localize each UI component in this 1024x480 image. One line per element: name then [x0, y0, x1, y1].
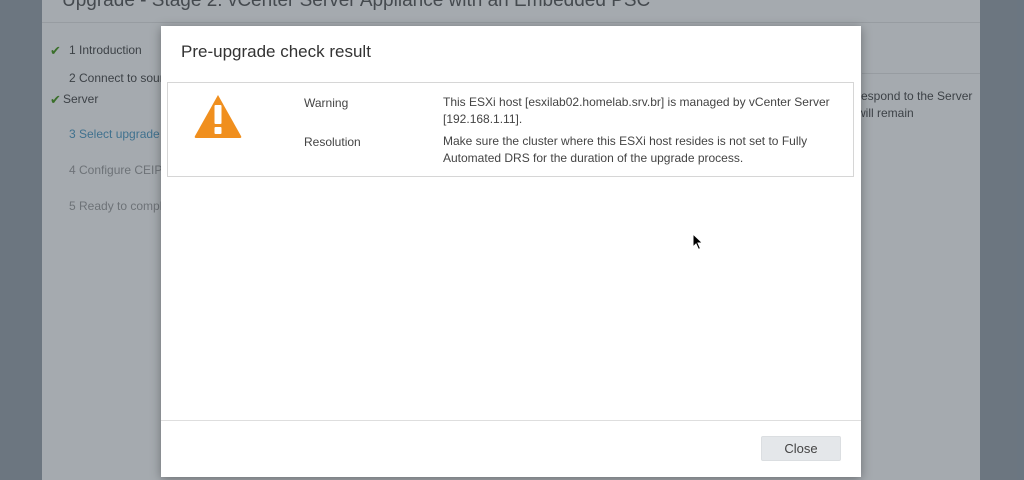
- resolution-text: Make sure the cluster where this ESXi ho…: [443, 134, 808, 165]
- warning-text: This ESXi host [esxilab02.homelab.srv.br…: [443, 95, 830, 126]
- resolution-label: Resolution: [304, 135, 361, 149]
- dialog-footer-divider: [161, 420, 861, 421]
- pre-upgrade-check-dialog: Pre-upgrade check result Warning This ES…: [161, 26, 861, 477]
- check-result-item: Warning This ESXi host [esxilab02.homela…: [167, 82, 854, 177]
- warning-label: Warning: [304, 96, 349, 110]
- dialog-title: Pre-upgrade check result: [181, 42, 371, 61]
- mouse-pointer-icon: [692, 233, 704, 251]
- warning-triangle-icon: [194, 95, 242, 138]
- close-button[interactable]: Close: [761, 436, 841, 461]
